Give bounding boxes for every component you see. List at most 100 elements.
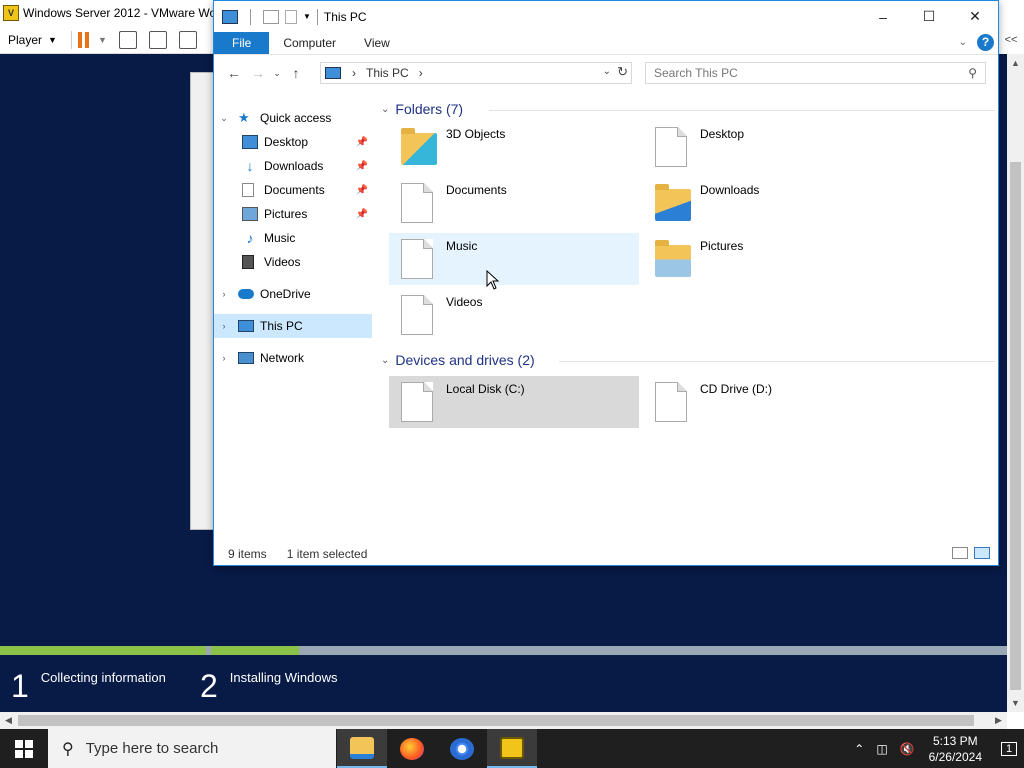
notification-center-icon[interactable]: 1 (994, 741, 1024, 756)
collapsed-chevron-icon[interactable]: › (218, 353, 230, 363)
taskbar-chrome[interactable] (437, 729, 487, 768)
back-arrow-icon[interactable]: ← (222, 65, 246, 81)
titlebar-divider (316, 8, 318, 25)
nav-downloads[interactable]: ↓ Downloads 📌 (214, 154, 372, 178)
explorer-titlebar[interactable]: ▼ This PC – ☐ ✕ (214, 1, 998, 32)
nav-videos[interactable]: Videos (214, 250, 372, 274)
folder-desktop[interactable]: Desktop (643, 121, 893, 173)
collapsed-chevron-icon[interactable]: › (218, 289, 230, 299)
scroll-left-icon[interactable]: ◀ (0, 712, 17, 729)
recent-locations-icon[interactable]: ⌄ (270, 68, 284, 79)
drive-cd-d[interactable]: CD Drive (D:) (643, 376, 893, 428)
blank-document-icon (401, 183, 433, 223)
refresh-icon[interactable]: ↻ (617, 64, 628, 80)
minimize-button[interactable]: – (860, 1, 906, 32)
maximize-button[interactable]: ☐ (906, 1, 952, 32)
address-dropdown-icon[interactable]: ⌄ (603, 66, 611, 77)
folder-documents[interactable]: Documents (389, 177, 639, 229)
customize-dropdown-icon[interactable]: ▼ (303, 12, 311, 21)
nav-label: OneDrive (260, 287, 311, 301)
folders-group-header[interactable]: ⌄ Folders (7) (379, 99, 463, 119)
pause-icon[interactable] (77, 31, 90, 48)
this-pc-icon[interactable] (222, 9, 238, 24)
collapse-panel-button[interactable]: << (998, 26, 1024, 54)
horizontal-scroll-thumb[interactable] (18, 715, 974, 726)
tile-label: Videos (446, 295, 483, 309)
help-icon[interactable]: ? (977, 34, 994, 51)
folder-pictures[interactable]: Pictures (643, 233, 893, 285)
scroll-down-icon[interactable]: ▼ (1007, 698, 1024, 708)
nav-pictures[interactable]: Pictures 📌 (214, 202, 372, 226)
collapsed-chevron-icon[interactable]: › (218, 321, 230, 331)
folder-music[interactable]: Music (389, 233, 639, 285)
tile-label: Downloads (700, 183, 760, 197)
film-icon (242, 255, 254, 269)
drive-local-disk-c[interactable]: Local Disk (C:) (389, 376, 639, 428)
step-number: 1 (11, 668, 29, 704)
system-tray: ⌃ ◫ 🔇 5:13 PM 6/26/2024 1 (848, 729, 1024, 768)
scroll-right-icon[interactable]: ▶ (990, 712, 1007, 729)
nav-network[interactable]: › Network (214, 346, 372, 370)
show-hidden-icons-icon[interactable]: ⌃ (854, 742, 864, 756)
breadcrumb-this-pc[interactable]: This PC (366, 66, 409, 80)
details-view-icon[interactable] (952, 547, 968, 559)
expanded-chevron-icon[interactable]: ⌄ (218, 113, 230, 124)
system-clock[interactable]: 5:13 PM 6/26/2024 (929, 733, 982, 765)
scroll-up-icon[interactable]: ▲ (1007, 58, 1024, 68)
folder-3d-objects[interactable]: 3D Objects (389, 121, 639, 173)
vertical-scroll-thumb[interactable] (1010, 162, 1021, 690)
network-status-icon[interactable]: ◫ (876, 742, 887, 756)
chevron-down-icon: ▼ (48, 34, 57, 45)
nav-quick-access[interactable]: ⌄ ★ Quick access (214, 106, 372, 130)
close-button[interactable]: ✕ (952, 1, 998, 32)
folder-videos[interactable]: Videos (389, 289, 639, 341)
taskbar-search-box[interactable]: ⚲ Type here to search (48, 729, 336, 768)
navigation-pane: ⌄ ★ Quick access Desktop 📌 ↓ Downloads 📌… (214, 101, 374, 365)
start-button[interactable] (0, 729, 48, 768)
nav-desktop[interactable]: Desktop 📌 (214, 130, 372, 154)
up-arrow-icon[interactable]: ↑ (284, 65, 308, 81)
search-input[interactable]: Search This PC ⚲ (645, 62, 986, 84)
large-icons-view-icon[interactable] (974, 547, 990, 559)
pin-icon[interactable]: 📌 (356, 161, 368, 172)
nav-label: Network (260, 351, 305, 365)
breadcrumb-separator-icon[interactable]: › (419, 66, 423, 80)
tab-view[interactable]: View (350, 32, 404, 54)
nav-label: Quick access (260, 111, 332, 125)
breadcrumb-separator-icon[interactable]: › (352, 66, 356, 80)
expand-ribbon-icon[interactable]: ⌄ (959, 37, 967, 48)
horizontal-scrollbar[interactable]: ◀ ▶ (0, 712, 1007, 729)
nav-this-pc[interactable]: › This PC (214, 314, 372, 338)
mouse-cursor-icon (486, 269, 500, 290)
pin-icon[interactable]: 📌 (356, 185, 368, 196)
vertical-scrollbar[interactable]: ▲ ▼ (1007, 54, 1024, 712)
tab-file[interactable]: File (214, 32, 270, 54)
nav-documents[interactable]: Documents 📌 (214, 178, 372, 202)
tab-computer[interactable]: Computer (269, 32, 350, 54)
address-bar[interactable]: › This PC › ⌄ ↻ (320, 62, 632, 84)
unity-icon[interactable] (178, 30, 197, 49)
fullscreen-icon[interactable] (148, 30, 167, 49)
taskbar-firefox[interactable] (387, 729, 437, 768)
properties-icon[interactable] (263, 9, 279, 24)
search-icon: ⚲ (62, 740, 74, 758)
pause-dropdown-icon[interactable]: ▼ (98, 35, 107, 45)
forward-arrow-icon[interactable]: → (246, 65, 270, 81)
nav-onedrive[interactable]: › OneDrive (214, 282, 372, 306)
pin-icon[interactable]: 📌 (356, 209, 368, 220)
collapse-group-icon[interactable]: ⌄ (381, 104, 389, 115)
player-menu-button[interactable]: Player ▼ (0, 33, 65, 47)
folder-downloads[interactable]: Downloads (643, 177, 893, 229)
drives-group-header[interactable]: ⌄ Devices and drives (2) (379, 350, 535, 370)
new-folder-icon[interactable] (285, 9, 297, 24)
search-icon[interactable]: ⚲ (968, 66, 977, 80)
address-row: ← → ⌄ ↑ › This PC › ⌄ ↻ Search This PC ⚲ (214, 60, 998, 86)
send-ctrl-alt-del-icon[interactable] (118, 30, 137, 49)
titlebar-divider (250, 8, 251, 25)
volume-muted-icon[interactable]: 🔇 (900, 742, 915, 756)
collapse-group-icon[interactable]: ⌄ (381, 355, 389, 366)
taskbar-file-explorer[interactable] (337, 729, 387, 768)
nav-music[interactable]: ♪ Music (214, 226, 372, 250)
taskbar-vmware[interactable] (487, 729, 537, 768)
pin-icon[interactable]: 📌 (356, 137, 368, 148)
